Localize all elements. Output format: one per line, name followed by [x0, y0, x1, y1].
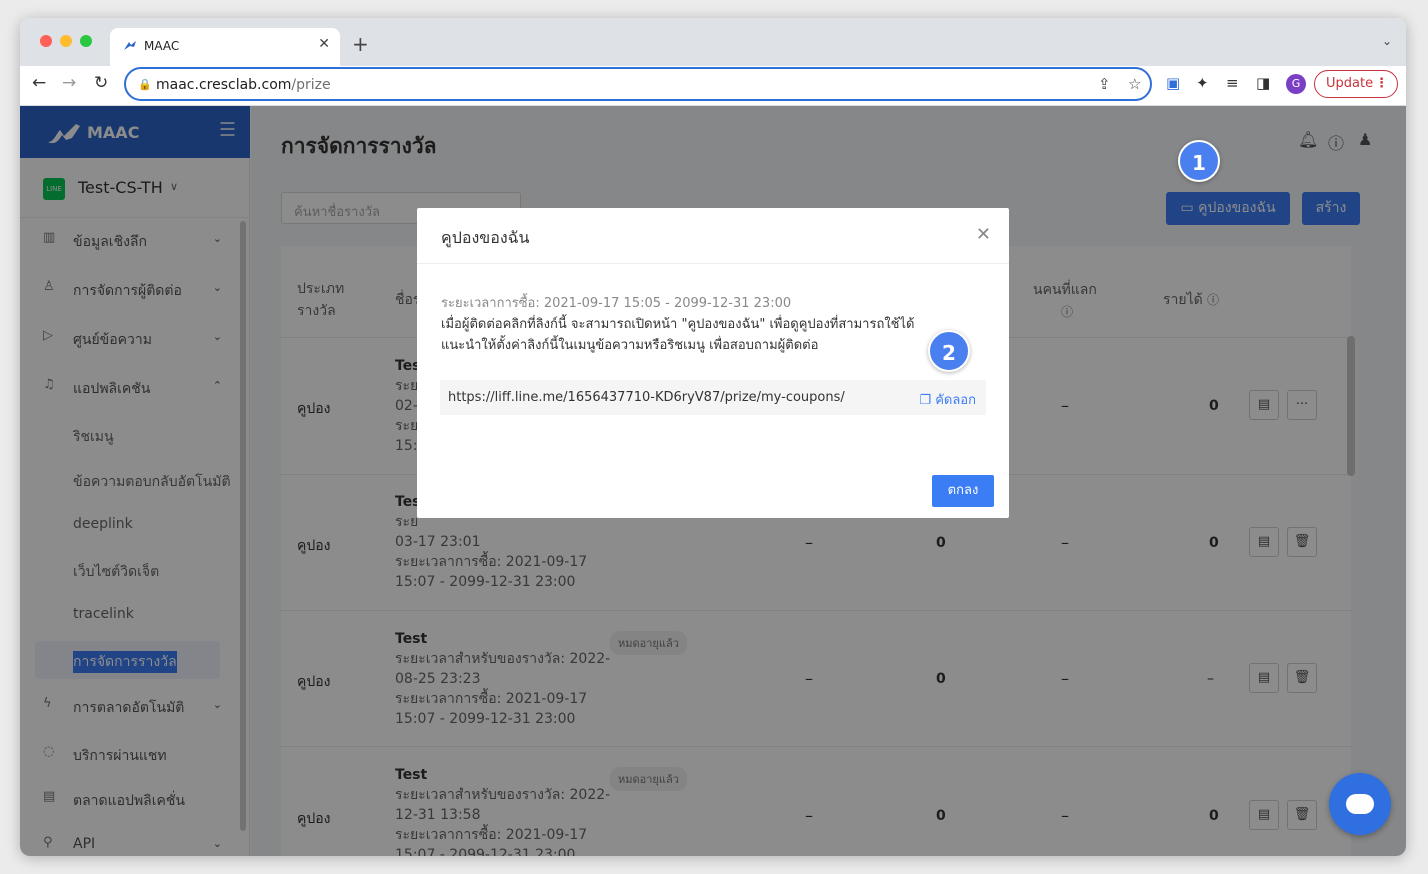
- browser-window: MAAC ✕ + ⌄ ← → ↻ 🔒 maac.cresclab.com/pri…: [20, 18, 1406, 856]
- description-line: แนะนำให้ตั้งค่าลิงก์นี้ในเมนูข้อความหรือ…: [441, 338, 819, 353]
- maximize-window-button[interactable]: [80, 35, 92, 47]
- copy-label: คัดลอก: [935, 393, 976, 408]
- tab-bar: MAAC ✕ + ⌄: [20, 18, 1406, 66]
- maac-favicon-icon: [124, 41, 136, 50]
- minimize-window-button[interactable]: [60, 35, 72, 47]
- profile-avatar[interactable]: G: [1286, 74, 1306, 94]
- browser-toolbar: ← → ↻ 🔒 maac.cresclab.com/prize ⇪ ☆ ▣ ✦ …: [20, 66, 1406, 106]
- side-panel-icon[interactable]: ◨: [1256, 74, 1270, 92]
- divider: [417, 263, 1009, 264]
- chat-widget-button[interactable]: [1329, 773, 1391, 835]
- description-line: เมื่อผู้ติดต่อคลิกที่ลิงก์นี้ จะสามารถเป…: [441, 317, 915, 332]
- close-window-button[interactable]: [40, 35, 52, 47]
- back-icon[interactable]: ←: [32, 73, 46, 93]
- close-icon[interactable]: ✕: [976, 224, 991, 245]
- new-tab-icon[interactable]: +: [352, 32, 369, 56]
- copy-icon: ❐: [919, 393, 936, 408]
- update-label: Update: [1326, 76, 1374, 91]
- bookmark-star-icon[interactable]: ☆: [1128, 75, 1141, 93]
- extension-icon[interactable]: ▣: [1166, 74, 1180, 92]
- link-box: https://liff.line.me/1656437710-KD6ryV87…: [440, 380, 986, 415]
- dialog-description: เมื่อผู้ติดต่อคลิกที่ลิงก์นี้ จะสามารถเป…: [441, 314, 941, 356]
- url-path: /prize: [291, 77, 331, 93]
- forward-icon[interactable]: →: [62, 73, 76, 93]
- tab-search-chevron-icon[interactable]: ⌄: [1382, 34, 1392, 48]
- tab-title: MAAC: [144, 39, 180, 53]
- more-vert-icon: ⋮: [1375, 76, 1388, 91]
- share-icon[interactable]: ⇪: [1098, 75, 1111, 93]
- copy-button[interactable]: ❐ คัดลอก: [919, 389, 976, 410]
- chat-bubble-icon: [1346, 794, 1374, 814]
- lock-icon: 🔒: [138, 78, 152, 91]
- step-badge-1: 1: [1178, 140, 1220, 182]
- url-host: maac.cresclab.com: [156, 77, 292, 93]
- puzzle-icon[interactable]: ✦: [1196, 74, 1209, 92]
- coupon-link[interactable]: https://liff.line.me/1656437710-KD6ryV87…: [448, 390, 845, 405]
- step-badge-2: 2: [928, 330, 970, 372]
- my-coupons-dialog: คูปองของฉัน ✕ ระยะเวลาการซื้อ: 2021-09-1…: [417, 208, 1009, 518]
- browser-tab[interactable]: MAAC ✕: [110, 28, 340, 66]
- purchase-period: ระยะเวลาการซื้อ: 2021-09-17 15:05 - 2099…: [441, 296, 792, 311]
- update-button[interactable]: Update ⋮: [1314, 70, 1398, 98]
- ok-button[interactable]: ตกลง: [932, 475, 994, 507]
- dialog-title: คูปองของฉัน: [441, 228, 530, 247]
- reload-icon[interactable]: ↻: [94, 73, 108, 93]
- reading-list-icon[interactable]: ≡: [1226, 74, 1239, 92]
- address-bar[interactable]: 🔒 maac.cresclab.com/prize ⇪ ☆: [124, 67, 1152, 101]
- close-tab-icon[interactable]: ✕: [318, 36, 330, 52]
